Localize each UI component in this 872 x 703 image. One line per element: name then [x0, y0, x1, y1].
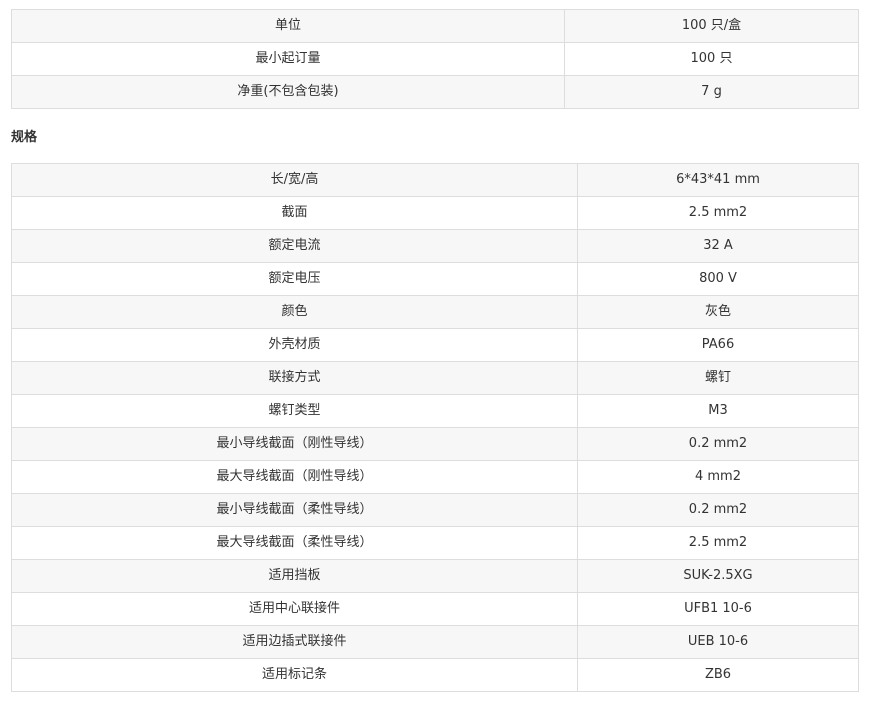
row-value: ZB6: [577, 658, 859, 692]
row-label: 最小导线截面（柔性导线）: [11, 493, 578, 527]
row-label: 适用中心联接件: [11, 592, 578, 626]
row-label: 长/宽/高: [11, 163, 578, 197]
row-value: 2.5 mm2: [577, 196, 859, 230]
row-value: 灰色: [577, 295, 859, 329]
table-row: 适用挡板 SUK-2.5XG: [11, 559, 859, 593]
row-value: SUK-2.5XG: [577, 559, 859, 593]
row-value: UFB1 10-6: [577, 592, 859, 626]
row-value: 0.2 mm2: [577, 427, 859, 461]
row-label: 最大导线截面（柔性导线）: [11, 526, 578, 560]
table-row: 额定电压 800 V: [11, 262, 859, 296]
row-value: 螺钉: [577, 361, 859, 395]
row-value: UEB 10-6: [577, 625, 859, 659]
row-label: 净重(不包含包装): [11, 75, 565, 109]
row-value: M3: [577, 394, 859, 428]
row-label: 螺钉类型: [11, 394, 578, 428]
row-value: 0.2 mm2: [577, 493, 859, 527]
row-label: 额定电流: [11, 229, 578, 263]
table-row: 外壳材质 PA66: [11, 328, 859, 362]
row-value: PA66: [577, 328, 859, 362]
spec-table: 长/宽/高 6*43*41 mm 截面 2.5 mm2 额定电流 32 A 额定…: [11, 163, 859, 692]
table-row: 单位 100 只/盒: [11, 9, 859, 43]
row-value: 6*43*41 mm: [577, 163, 859, 197]
table-row: 颜色 灰色: [11, 295, 859, 329]
row-label: 最小导线截面（刚性导线）: [11, 427, 578, 461]
row-label: 联接方式: [11, 361, 578, 395]
row-label: 额定电压: [11, 262, 578, 296]
row-value: 100 只/盒: [564, 9, 859, 43]
row-value: 4 mm2: [577, 460, 859, 494]
table-row: 适用标记条 ZB6: [11, 658, 859, 692]
row-value: 7 g: [564, 75, 859, 109]
table-row: 最大导线截面（刚性导线） 4 mm2: [11, 460, 859, 494]
table-row: 适用中心联接件 UFB1 10-6: [11, 592, 859, 626]
table-row: 截面 2.5 mm2: [11, 196, 859, 230]
table-row: 联接方式 螺钉: [11, 361, 859, 395]
row-label: 截面: [11, 196, 578, 230]
table-row: 最大导线截面（柔性导线） 2.5 mm2: [11, 526, 859, 560]
row-value: 800 V: [577, 262, 859, 296]
row-label: 单位: [11, 9, 565, 43]
row-label: 适用挡板: [11, 559, 578, 593]
summary-table: 单位 100 只/盒 最小起订量 100 只 净重(不包含包装) 7 g: [11, 9, 859, 109]
row-value: 32 A: [577, 229, 859, 263]
section-title: 规格: [11, 130, 38, 145]
table-row: 适用边插式联接件 UEB 10-6: [11, 625, 859, 659]
table-row: 最小导线截面（柔性导线） 0.2 mm2: [11, 493, 859, 527]
row-label: 外壳材质: [11, 328, 578, 362]
row-label: 适用标记条: [11, 658, 578, 692]
row-value: 100 只: [564, 42, 859, 76]
table-row: 最小起订量 100 只: [11, 42, 859, 76]
row-label: 最小起订量: [11, 42, 565, 76]
table-row: 长/宽/高 6*43*41 mm: [11, 163, 859, 197]
row-value: 2.5 mm2: [577, 526, 859, 560]
table-row: 螺钉类型 M3: [11, 394, 859, 428]
table-row: 净重(不包含包装) 7 g: [11, 75, 859, 109]
row-label: 最大导线截面（刚性导线）: [11, 460, 578, 494]
table-row: 额定电流 32 A: [11, 229, 859, 263]
row-label: 适用边插式联接件: [11, 625, 578, 659]
row-label: 颜色: [11, 295, 578, 329]
table-row: 最小导线截面（刚性导线） 0.2 mm2: [11, 427, 859, 461]
